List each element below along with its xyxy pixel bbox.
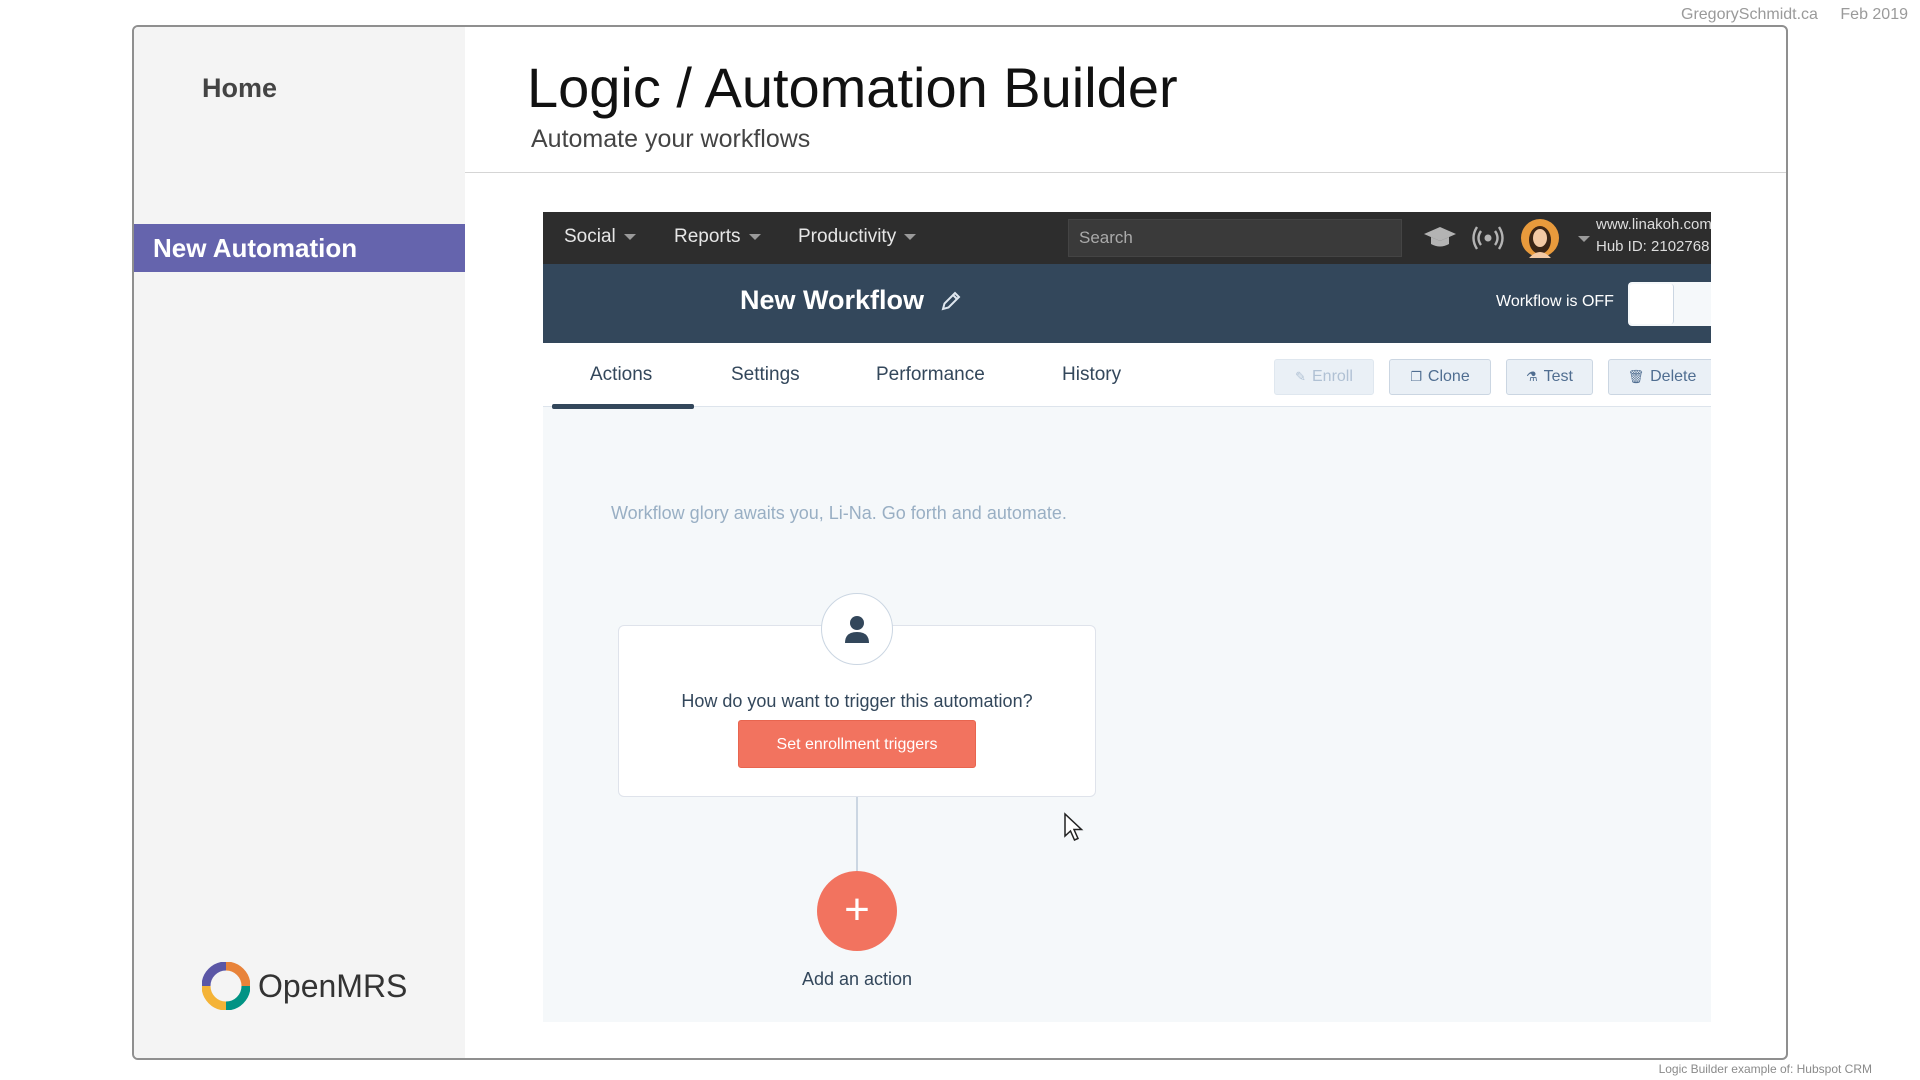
- tab-settings-label: Settings: [731, 364, 800, 385]
- sidebar-item-home[interactable]: Home: [202, 73, 277, 104]
- broadcast-icon[interactable]: [1471, 223, 1505, 253]
- canvas-welcome-message: Workflow glory awaits you, Li-Na. Go for…: [611, 503, 1067, 523]
- tab-history-label: History: [1062, 364, 1122, 385]
- enroll-label: Enroll: [1312, 368, 1353, 385]
- tab-performance-label: Performance: [876, 364, 985, 385]
- flask-icon: ⚗: [1526, 369, 1538, 384]
- search-input[interactable]: Search: [1068, 219, 1402, 257]
- workflow-title: New Workflow: [740, 285, 925, 315]
- nav-reports-label: Reports: [674, 226, 741, 247]
- tab-performance[interactable]: Performance: [876, 364, 985, 386]
- connector-line: [856, 797, 858, 871]
- workflow-header: New Workflow Workflow is OFF: [543, 264, 1711, 343]
- nav-social-label: Social: [564, 226, 616, 247]
- workflow-toggle[interactable]: [1628, 282, 1711, 326]
- corner-credit: GregorySchmidt.ca Feb 2019: [1663, 6, 1908, 24]
- workflow-status: Workflow is OFF: [1496, 293, 1614, 310]
- test-label: Test: [1543, 368, 1573, 385]
- test-button[interactable]: ⚗ Test: [1506, 359, 1593, 395]
- tab-bar: Actions Settings Performance History ✎ En…: [543, 343, 1711, 409]
- openmrs-logo-icon: [202, 962, 250, 1010]
- openmrs-logo: OpenMRS: [202, 962, 407, 1010]
- tab-history[interactable]: History: [1062, 364, 1121, 386]
- mouse-cursor-icon: [1064, 812, 1084, 841]
- enrollment-node: [821, 593, 893, 665]
- add-action-button[interactable]: +: [817, 871, 897, 951]
- delete-button[interactable]: 🗑 Delete: [1608, 359, 1711, 395]
- nav-reports[interactable]: Reports: [674, 226, 761, 248]
- plus-icon: +: [844, 885, 870, 934]
- top-nav: Social Reports Productivity Search www.l…: [543, 212, 1711, 264]
- search-placeholder: Search: [1079, 228, 1133, 247]
- person-icon: [845, 616, 869, 643]
- academy-icon[interactable]: [1423, 223, 1457, 253]
- tab-actions[interactable]: Actions: [590, 364, 652, 386]
- toggle-knob: [1630, 284, 1674, 324]
- clone-icon: ❐: [1410, 369, 1422, 384]
- logo-text: OpenMRS: [258, 967, 408, 1004]
- page-subtitle: Automate your workflows: [531, 125, 811, 153]
- tab-actions-label: Actions: [590, 364, 653, 385]
- hubspot-embed: Social Reports Productivity Search www.l…: [543, 212, 1711, 1022]
- hub-id: Hub ID: 2102768: [1596, 238, 1710, 255]
- chevron-down-icon: [623, 233, 636, 240]
- active-tab-indicator: [552, 404, 694, 409]
- nav-social[interactable]: Social: [564, 226, 636, 248]
- set-enrollment-triggers-button[interactable]: Set enrollment triggers: [738, 720, 976, 768]
- enroll-button[interactable]: ✎ Enroll: [1274, 359, 1374, 395]
- account-chevron-down-icon[interactable]: [1578, 236, 1590, 242]
- nav-productivity[interactable]: Productivity: [798, 226, 917, 248]
- trash-icon: 🗑: [1627, 369, 1645, 384]
- clone-label: Clone: [1427, 368, 1470, 385]
- page-header: Logic / Automation Builder Automate your…: [465, 27, 1786, 173]
- sidebar: Home New Automation OpenMRS: [134, 27, 465, 1058]
- sidebar-item-new-automation[interactable]: New Automation: [134, 224, 465, 272]
- delete-label: Delete: [1650, 368, 1697, 385]
- tab-settings[interactable]: Settings: [731, 364, 800, 386]
- chevron-down-icon: [748, 233, 761, 240]
- footnote: Logic Builder example of: Hubspot CRM: [1658, 1062, 1872, 1076]
- avatar[interactable]: [1520, 218, 1560, 258]
- add-action-label: Add an action: [801, 969, 913, 989]
- enroll-icon: ✎: [1295, 369, 1306, 384]
- credit-site: GregorySchmidt.ca: [1681, 6, 1818, 23]
- page-title: Logic / Automation Builder: [527, 56, 1178, 119]
- credit-date: Feb 2019: [1840, 6, 1908, 23]
- pencil-icon[interactable]: [940, 290, 962, 312]
- chevron-down-icon: [904, 233, 917, 240]
- clone-button[interactable]: ❐ Clone: [1389, 359, 1491, 395]
- trigger-question: How do you want to trigger this automati…: [681, 691, 1033, 711]
- presentation-frame: Home New Automation OpenMRS Logic / Auto…: [132, 25, 1788, 1060]
- nav-productivity-label: Productivity: [798, 226, 897, 247]
- account-info[interactable]: www.linakoh.com Hub ID: 2102768: [1596, 214, 1711, 258]
- account-domain: www.linakoh.com: [1596, 216, 1711, 233]
